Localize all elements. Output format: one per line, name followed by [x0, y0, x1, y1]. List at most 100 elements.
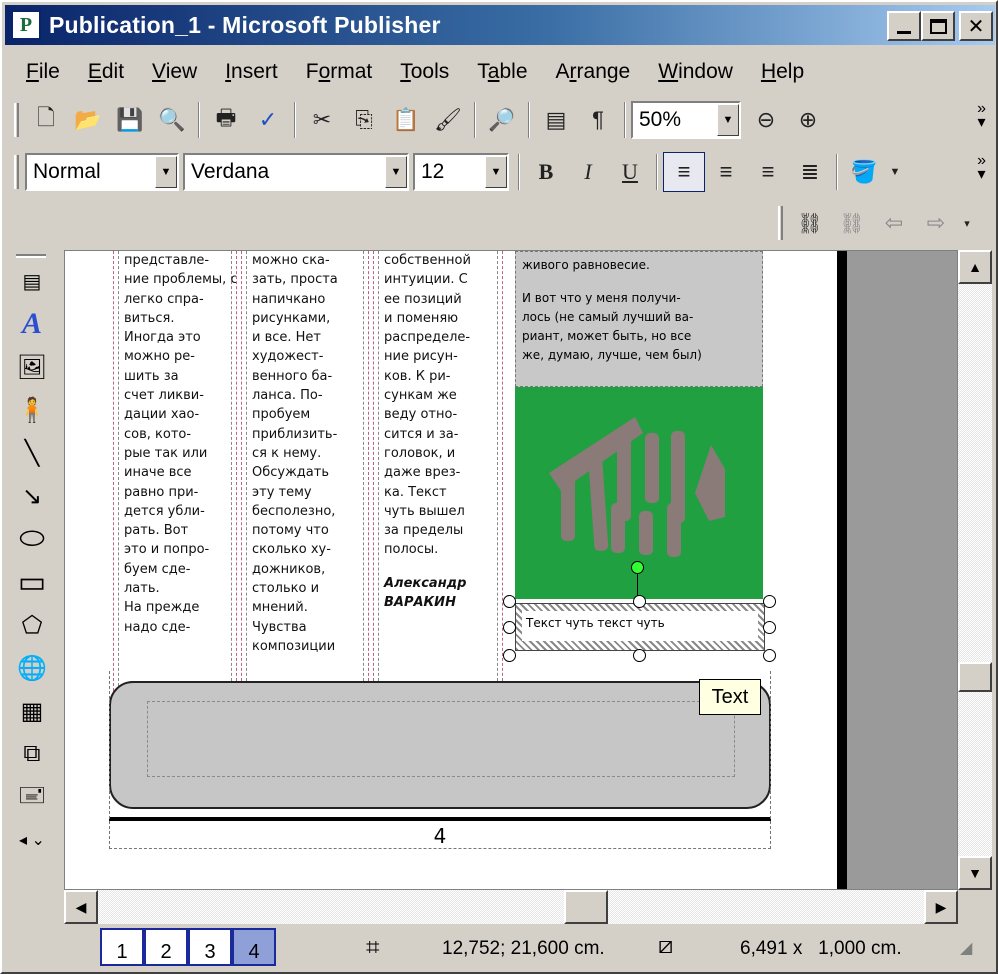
menu-item[interactable]: Table: [463, 60, 541, 84]
house-picture[interactable]: [515, 387, 763, 601]
pilcrow-icon[interactable]: ¶: [577, 100, 619, 140]
next-frame-icon[interactable]: ⇨: [915, 203, 957, 243]
menu-item[interactable]: Arrange: [542, 60, 645, 84]
resize-handle[interactable]: [763, 595, 776, 608]
paste-clipboard-icon[interactable]: 📋: [385, 100, 427, 140]
chevron-down-icon[interactable]: ▼: [385, 156, 407, 188]
zoom-out-icon[interactable]: ⊖: [745, 100, 787, 140]
unlink-icon[interactable]: ⛓: [831, 203, 873, 243]
zoom-in-icon[interactable]: ⊕: [787, 100, 829, 140]
align-center-icon[interactable]: ≡: [705, 152, 747, 192]
maximize-button[interactable]: [921, 11, 955, 41]
pointer-icon[interactable]: ▤: [12, 261, 52, 301]
horizontal-scrollbar[interactable]: ◀ ▶: [64, 890, 958, 924]
menu-item[interactable]: Window: [644, 60, 747, 84]
toolbar-options-icon[interactable]: » ▾: [977, 153, 986, 183]
cut-scissors-icon[interactable]: ✂: [301, 100, 343, 140]
page-tab[interactable]: 4: [232, 928, 276, 966]
columns-icon[interactable]: ▤: [535, 100, 577, 140]
chevron-down-icon[interactable]: ▼: [485, 156, 507, 188]
bold-button[interactable]: B: [525, 152, 567, 192]
more-tools-icon[interactable]: ◂ ⌄: [12, 820, 52, 860]
menu-item[interactable]: Edit: [74, 60, 138, 84]
html-fragment-icon[interactable]: ⧉: [12, 734, 52, 774]
chevron-down-icon[interactable]: ▾: [957, 203, 977, 243]
design-gallery-icon[interactable]: 🖃: [12, 777, 52, 817]
underline-button[interactable]: U: [609, 152, 651, 192]
page-tab[interactable]: 2: [144, 928, 188, 966]
caption-text-box[interactable]: Текст чуть текст чуть: [515, 603, 765, 651]
resize-handle[interactable]: [503, 595, 516, 608]
print-icon[interactable]: 🖶: [205, 100, 247, 140]
scroll-left-icon[interactable]: ◀: [64, 890, 98, 924]
page-tab[interactable]: 3: [188, 928, 232, 966]
align-left-icon[interactable]: ≡: [663, 152, 705, 192]
font-select[interactable]: Verdana ▼: [183, 153, 409, 191]
resize-handle[interactable]: [633, 595, 646, 608]
menu-item[interactable]: Format: [292, 60, 387, 84]
resize-grip-icon[interactable]: ◢: [960, 938, 972, 958]
vertical-scrollbar[interactable]: ▲ ▼: [958, 250, 992, 890]
italic-button[interactable]: I: [567, 152, 609, 192]
sidebar-text-box[interactable]: живого равновесие. И вот что у меня полу…: [515, 251, 763, 387]
previous-frame-icon[interactable]: ⇦: [873, 203, 915, 243]
toolbar-grip[interactable]: [14, 155, 19, 189]
text-column[interactable]: собственной интуиции. С ее позиций и поменя…: [373, 251, 503, 691]
text-box-icon[interactable]: A: [12, 304, 52, 344]
scroll-down-icon[interactable]: ▼: [958, 856, 992, 890]
resize-handle[interactable]: [503, 649, 516, 662]
resize-handle[interactable]: [763, 621, 776, 634]
arrow-icon[interactable]: ↘: [12, 476, 52, 516]
align-right-icon[interactable]: ≡: [747, 152, 789, 192]
web-preview-icon[interactable]: 🔍: [151, 100, 193, 140]
horizontal-scroll-thumb[interactable]: [564, 890, 608, 924]
zoom-select[interactable]: 50% ▼: [631, 101, 741, 139]
empty-text-frame[interactable]: [147, 701, 735, 777]
spell-check-icon[interactable]: ✓: [247, 100, 289, 140]
vertical-scroll-thumb[interactable]: [958, 662, 992, 692]
justify-icon[interactable]: ≣: [789, 152, 831, 192]
chevron-down-icon[interactable]: ▼: [885, 152, 905, 192]
toolbar-grip[interactable]: [778, 206, 783, 240]
fill-color-icon[interactable]: 🪣: [843, 152, 885, 192]
text-column[interactable]: представле-ние проблемы, с ней легко спра…: [113, 251, 237, 691]
line-icon[interactable]: ╲: [12, 433, 52, 473]
font-size-select[interactable]: 12 ▼: [413, 153, 509, 191]
new-document-icon[interactable]: 🗋: [25, 100, 67, 140]
oval-icon[interactable]: ⬭: [12, 519, 52, 559]
publication-canvas[interactable]: представле-ние проблемы, с ней легко спра…: [64, 250, 958, 890]
menu-item[interactable]: Tools: [386, 60, 463, 84]
save-disk-icon[interactable]: 💾: [109, 100, 151, 140]
toolbar-grip[interactable]: [16, 254, 46, 258]
form-control-icon[interactable]: ▦: [12, 691, 52, 731]
style-select[interactable]: Normal ▼: [25, 153, 179, 191]
publisher-icon[interactable]: P: [11, 10, 41, 40]
design-checker-icon[interactable]: 🔎: [481, 100, 523, 140]
scroll-up-icon[interactable]: ▲: [958, 250, 992, 284]
rectangle-icon[interactable]: ▭: [12, 562, 52, 602]
title-bar[interactable]: P Publication_1 - Microsoft Publisher ✕: [5, 5, 995, 45]
picture-frame-icon[interactable]: 🖼: [12, 347, 52, 387]
autoshapes-icon[interactable]: ⬠: [12, 605, 52, 645]
rounded-rectangle-shape[interactable]: [109, 681, 771, 809]
toolbar-grip[interactable]: [14, 103, 19, 137]
resize-handle[interactable]: [633, 649, 646, 662]
open-folder-icon[interactable]: 📂: [67, 100, 109, 140]
resize-handle[interactable]: [763, 649, 776, 662]
close-button[interactable]: ✕: [959, 11, 993, 41]
menu-item[interactable]: Help: [747, 60, 818, 84]
resize-handle[interactable]: [503, 621, 516, 634]
menu-item[interactable]: View: [138, 60, 211, 84]
copy-icon[interactable]: ⎘: [343, 100, 385, 140]
toolbar-options-icon[interactable]: » ▾: [977, 101, 986, 131]
menu-item[interactable]: Insert: [211, 60, 292, 84]
scroll-right-icon[interactable]: ▶: [924, 890, 958, 924]
menu-item[interactable]: File: [12, 60, 74, 84]
hot-spot-icon[interactable]: 🌐: [12, 648, 52, 688]
link-icon[interactable]: ⛓: [789, 203, 831, 243]
text-column[interactable]: можно ска-зать, проста напичкано рисунками…: [241, 251, 369, 691]
chevron-down-icon[interactable]: ▼: [717, 104, 739, 136]
clip-art-icon[interactable]: 🧍: [12, 390, 52, 430]
format-painter-icon[interactable]: 🖌: [427, 100, 469, 140]
page-tab[interactable]: 1: [100, 928, 144, 966]
